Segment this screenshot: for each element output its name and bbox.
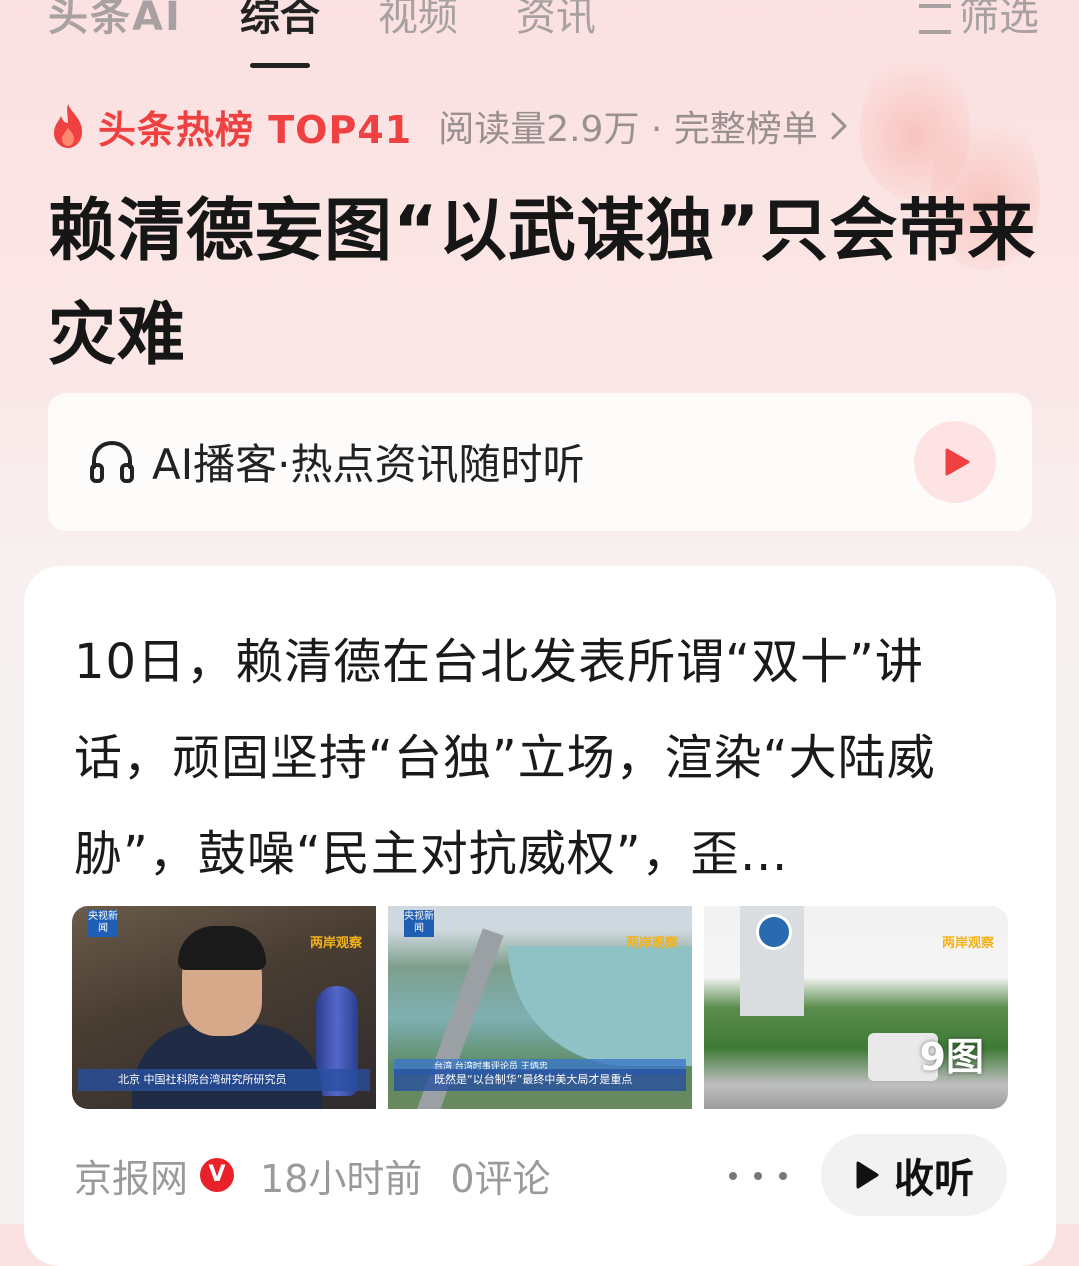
sea-shape — [508, 946, 692, 1066]
top-tab-bar: 头条AI 综合 视频 资讯 筛选 — [48, 0, 1039, 48]
hot-list-meta[interactable]: 阅读量2.9万 · 完整榜单 — [438, 100, 818, 152]
podcast-label: AI播客·热点资讯随时听 — [152, 440, 585, 489]
hot-list-entry[interactable]: 头条热榜 TOP41 阅读量2.9万 · 完整榜单 — [48, 100, 848, 152]
article-image-row[interactable]: 央视新闻 两岸观察 北京 中国社科院台湾研究所研究员 央视新闻 两岸观察 台湾 … — [72, 906, 1008, 1109]
filter-button[interactable]: 筛选 — [919, 0, 1039, 42]
play-icon — [856, 1161, 879, 1189]
tab-comprehensive[interactable]: 综合 — [240, 0, 320, 42]
program-logo: 两岸观察 — [941, 936, 994, 951]
podcast-play-button[interactable] — [914, 421, 996, 503]
article-image-3[interactable]: 两岸观察 9图 — [704, 906, 1008, 1109]
cctv-news-logo: 央视新闻 — [404, 910, 434, 937]
filter-icon — [919, 4, 951, 34]
filter-label: 筛选 — [959, 0, 1039, 40]
verified-badge-icon: V — [200, 1158, 235, 1192]
article-image-2[interactable]: 央视新闻 两岸观察 台湾 台湾时事评论员 王炳忠 既然是“以台制华”最终中美大局… — [388, 906, 692, 1109]
program-logo: 两岸观察 — [309, 936, 362, 951]
image-caption: 北京 中国社科院台湾研究所研究员 — [78, 1069, 370, 1091]
listen-button[interactable]: 收听 — [821, 1134, 1007, 1216]
fire-icon — [54, 104, 82, 148]
person-hair — [178, 926, 266, 970]
person-body — [132, 1024, 322, 1109]
comment-count[interactable]: 0评论 — [450, 1148, 550, 1203]
headphones-icon — [90, 440, 134, 483]
hot-list-title: 头条热榜 TOP41 — [98, 107, 413, 152]
tab-news[interactable]: 资讯 — [516, 0, 596, 42]
publish-time: 18小时前 — [260, 1156, 423, 1201]
program-logo: 两岸观察 — [625, 936, 678, 951]
image-caption: 既然是“以台制华”最终中美大局才是重点 — [394, 1069, 686, 1091]
image-count-badge: 9图 — [919, 1035, 984, 1079]
play-icon — [945, 448, 970, 476]
ai-podcast-bar[interactable]: AI播客·热点资讯随时听 — [48, 393, 1032, 531]
article-summary[interactable]: 10日，赖清德在台北发表所谓“双十”讲话，顽固坚持“台独”立场，渲染“大陆威胁”… — [74, 614, 1009, 902]
chevron-right-icon — [831, 112, 847, 140]
tab-video[interactable]: 视频 — [378, 0, 458, 42]
page-title: 赖清德妄图“以武谋独”只会带来灾难 — [48, 192, 1037, 375]
article-image-1[interactable]: 央视新闻 两岸观察 北京 中国社科院台湾研究所研究员 — [72, 906, 376, 1109]
more-options-icon[interactable] — [725, 1165, 791, 1185]
source-name[interactable]: 京报网 — [74, 1148, 188, 1203]
clock-face — [756, 914, 792, 950]
cctv-news-logo: 央视新闻 — [88, 910, 118, 937]
tab-toutiao-ai[interactable]: 头条AI — [48, 0, 182, 42]
article-footer: 京报网 V 18小时前 0评论 收听 — [74, 1134, 1007, 1216]
listen-label: 收听 — [894, 1156, 974, 1202]
